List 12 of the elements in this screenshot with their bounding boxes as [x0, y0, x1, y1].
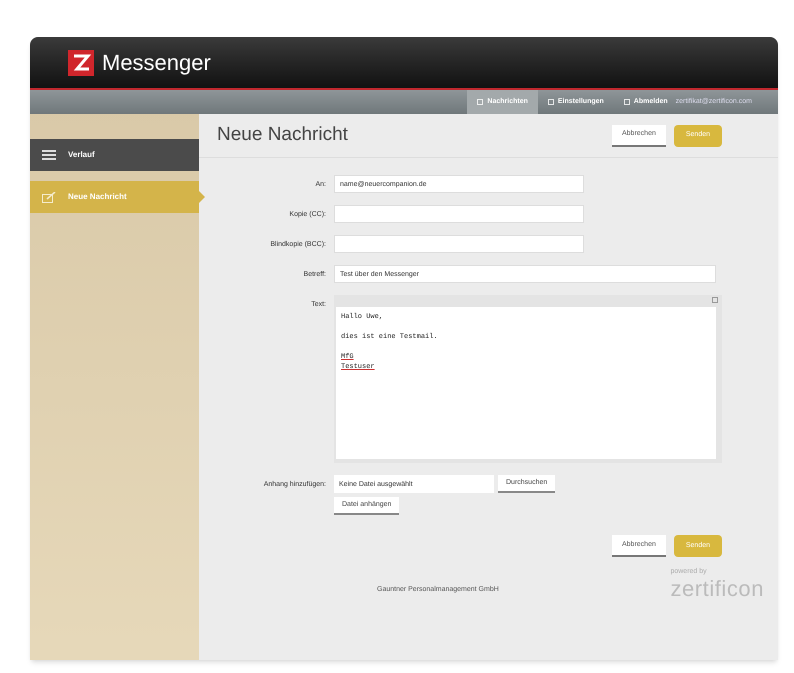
- nav-icon: [624, 99, 630, 105]
- expand-icon: [712, 297, 718, 303]
- edit-icon: [42, 192, 56, 202]
- nav-icon: [548, 99, 554, 105]
- input-field[interactable]: [334, 205, 584, 223]
- app-title: Messenger: [102, 49, 211, 77]
- sidebar-item[interactable]: Verlauf: [30, 139, 199, 171]
- logo-icon: [68, 50, 94, 76]
- page-title: Neue Nachricht: [217, 123, 348, 148]
- nav-icon: [477, 99, 484, 105]
- input-field[interactable]: [334, 235, 584, 253]
- menu-icon: [42, 150, 56, 160]
